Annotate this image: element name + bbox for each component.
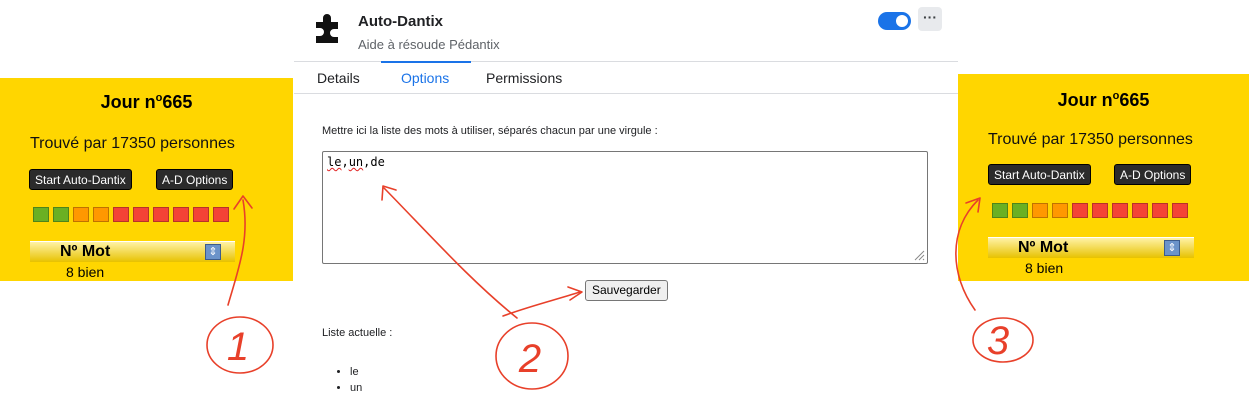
extension-subtitle: Aide à résoude Pédantix (358, 37, 500, 52)
progress-square (93, 207, 109, 222)
word: un (348, 155, 364, 169)
sort-icon[interactable]: ⇕ (205, 244, 221, 260)
tab-permissions[interactable]: Permissions (486, 70, 562, 86)
progress-square (73, 207, 89, 222)
ad-options-button[interactable]: A-D Options (156, 169, 234, 190)
word-table-header: Nº Mot ⇕ (30, 241, 235, 262)
word-table-header: Nº Mot ⇕ (988, 237, 1194, 258)
current-word-list: le un (350, 366, 362, 398)
progress-square (53, 207, 69, 222)
progress-square (1092, 203, 1108, 218)
list-item: le (350, 366, 362, 378)
table-row: 8 bien (1025, 260, 1064, 276)
tab-details[interactable]: Details (317, 70, 360, 86)
word: de (370, 155, 385, 169)
progress-square (1012, 203, 1028, 218)
progress-square (133, 207, 149, 222)
column-header-no-mot: Nº Mot (1018, 239, 1069, 256)
day-number: 665 (1119, 90, 1150, 110)
progress-square (1132, 203, 1148, 218)
progress-square (1032, 203, 1048, 218)
options-content: Mettre ici la liste des mots à utiliser,… (294, 94, 958, 401)
annotation-label-1: 1 (227, 325, 249, 369)
annotation-circle-3 (972, 317, 1034, 363)
progress-square (113, 207, 129, 222)
progress-square (153, 207, 169, 222)
list-item: un (350, 382, 362, 394)
progress-square (1072, 203, 1088, 218)
day-label: Jour n (1057, 90, 1113, 110)
extension-details-page: Auto-Dantix Aide à résoude Pédantix ··· … (294, 0, 958, 401)
left-game-panel: Jour no665 Trouvé par 17350 personnes St… (0, 78, 293, 281)
table-row: 8 bien (66, 264, 105, 280)
enable-toggle[interactable] (878, 12, 911, 30)
start-auto-dantix-button[interactable]: Start Auto-Dantix (29, 169, 132, 190)
save-button[interactable]: Sauvegarder (585, 280, 668, 301)
progress-square (1052, 203, 1068, 218)
progress-square (33, 207, 49, 222)
current-list-label: Liste actuelle : (322, 327, 393, 339)
day-number: 665 (162, 92, 193, 112)
progress-square (213, 207, 229, 222)
found-count: Trouvé par 17350 personnes (988, 131, 1193, 148)
start-auto-dantix-button[interactable]: Start Auto-Dantix (988, 164, 1091, 185)
resize-handle-icon[interactable] (913, 249, 925, 261)
extension-header: Auto-Dantix Aide à résoude Pédantix ··· (294, 0, 958, 61)
day-title: Jour no665 (958, 90, 1249, 111)
progress-square (173, 207, 189, 222)
word-list-textarea[interactable]: le,un,de (322, 151, 928, 264)
annotation-circle-1 (206, 316, 274, 374)
progress-square (992, 203, 1008, 218)
more-options-icon[interactable]: ··· (918, 7, 942, 31)
found-count: Trouvé par 17350 personnes (30, 135, 235, 152)
word: le (327, 155, 342, 169)
progress-squares (992, 203, 1192, 218)
progress-square (193, 207, 209, 222)
instructions-text: Mettre ici la liste des mots à utiliser,… (322, 125, 658, 137)
tab-options[interactable]: Options (401, 70, 449, 86)
right-game-panel: Jour no665 Trouvé par 17350 personnes St… (958, 74, 1249, 281)
progress-square (1112, 203, 1128, 218)
ad-options-button[interactable]: A-D Options (1114, 164, 1192, 185)
separator: , (341, 155, 349, 169)
extension-title: Auto-Dantix (358, 13, 443, 30)
annotation-label-3: 3 (987, 319, 1009, 363)
progress-square (1172, 203, 1188, 218)
active-tab-indicator (381, 61, 471, 63)
progress-square (1152, 203, 1168, 218)
column-header-no-mot: Nº Mot (60, 243, 111, 260)
puzzle-icon (316, 14, 338, 43)
sort-icon[interactable]: ⇕ (1164, 240, 1180, 256)
day-label: Jour n (100, 92, 156, 112)
day-title: Jour no665 (0, 92, 293, 113)
tab-bar: Details Options Permissions (294, 61, 958, 94)
toggle-knob (896, 15, 908, 27)
progress-squares (33, 207, 233, 222)
